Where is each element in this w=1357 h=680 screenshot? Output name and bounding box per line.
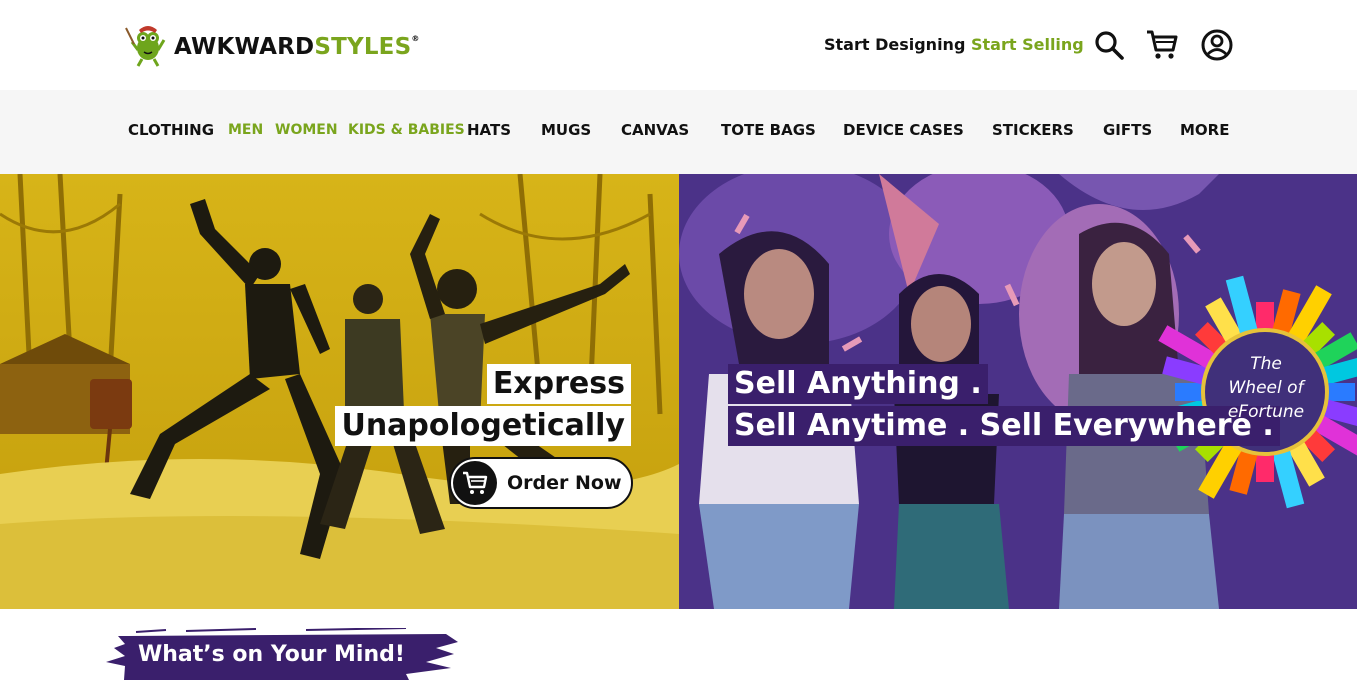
nav-item-more[interactable]: MORE bbox=[1180, 121, 1229, 139]
order-now-label: Order Now bbox=[507, 472, 622, 494]
nav-item-women[interactable]: WOMEN bbox=[275, 122, 338, 138]
nav-item-hats[interactable]: HATS bbox=[467, 121, 511, 139]
nav-item-gifts[interactable]: GIFTS bbox=[1103, 121, 1152, 139]
start-designing-link[interactable]: Start Designing bbox=[824, 35, 965, 54]
wheel-label-line1: The bbox=[1250, 354, 1282, 374]
whats-on-your-mind-heading: What’s on Your Mind! bbox=[106, 628, 458, 680]
category-nav: CLOTHING MEN WOMEN KIDS & BABIES HATS MU… bbox=[0, 90, 1357, 174]
nav-item-tote-bags[interactable]: TOTE BAGS bbox=[721, 121, 816, 139]
nav-item-stickers[interactable]: STICKERS bbox=[992, 121, 1074, 139]
wheel-of-efortune-label[interactable]: The Wheel of eFortune bbox=[1206, 352, 1326, 424]
logo-wordmark: AWKWARDSTYLES® bbox=[174, 34, 420, 60]
logo-registered: ® bbox=[411, 34, 420, 43]
site-logo[interactable]: AWKWARDSTYLES® bbox=[124, 22, 420, 68]
hero-banner: Express Unapologetically Order Now Sell … bbox=[0, 174, 1357, 609]
nav-item-device-cases[interactable]: DEVICE CASES bbox=[843, 121, 964, 139]
nav-item-clothing[interactable]: CLOTHING bbox=[128, 121, 214, 139]
nav-item-mugs[interactable]: MUGS bbox=[541, 121, 591, 139]
hero-sell-panel[interactable]: Sell Anything . Sell Anytime . Sell Ever… bbox=[679, 174, 1357, 609]
nav-item-men[interactable]: MEN bbox=[228, 122, 263, 138]
wheel-label-line2: Wheel of bbox=[1228, 378, 1304, 398]
hero-express-text: Express bbox=[486, 364, 631, 404]
hero-express-panel[interactable]: Express Unapologetically Order Now bbox=[0, 174, 679, 609]
logo-word-styles: STYLES bbox=[314, 34, 412, 60]
search-icon[interactable] bbox=[1092, 28, 1126, 62]
cart-icon[interactable] bbox=[1145, 28, 1179, 62]
order-now-button[interactable]: Order Now bbox=[449, 457, 633, 509]
frog-mascot-icon bbox=[125, 26, 166, 67]
nav-item-kids-babies[interactable]: KIDS & BABIES bbox=[348, 122, 465, 138]
start-selling-link[interactable]: Start Selling bbox=[971, 35, 1084, 54]
wheel-label-line3: eFortune bbox=[1227, 402, 1305, 422]
nav-item-canvas[interactable]: CANVAS bbox=[621, 121, 689, 139]
hero-sell-anytime-text: Sell Anytime . Sell Everywhere . bbox=[728, 406, 1280, 446]
hero-unapologetically-text: Unapologetically bbox=[335, 406, 631, 446]
logo-word-awkward: AWKWARD bbox=[174, 34, 315, 60]
hero-sell-anything-text: Sell Anything . bbox=[728, 364, 988, 404]
cart-icon bbox=[453, 461, 497, 505]
account-icon[interactable] bbox=[1200, 28, 1234, 62]
site-header: AWKWARDSTYLES® Start Designing Start Sel… bbox=[0, 0, 1357, 90]
section-title: What’s on Your Mind! bbox=[138, 642, 405, 667]
